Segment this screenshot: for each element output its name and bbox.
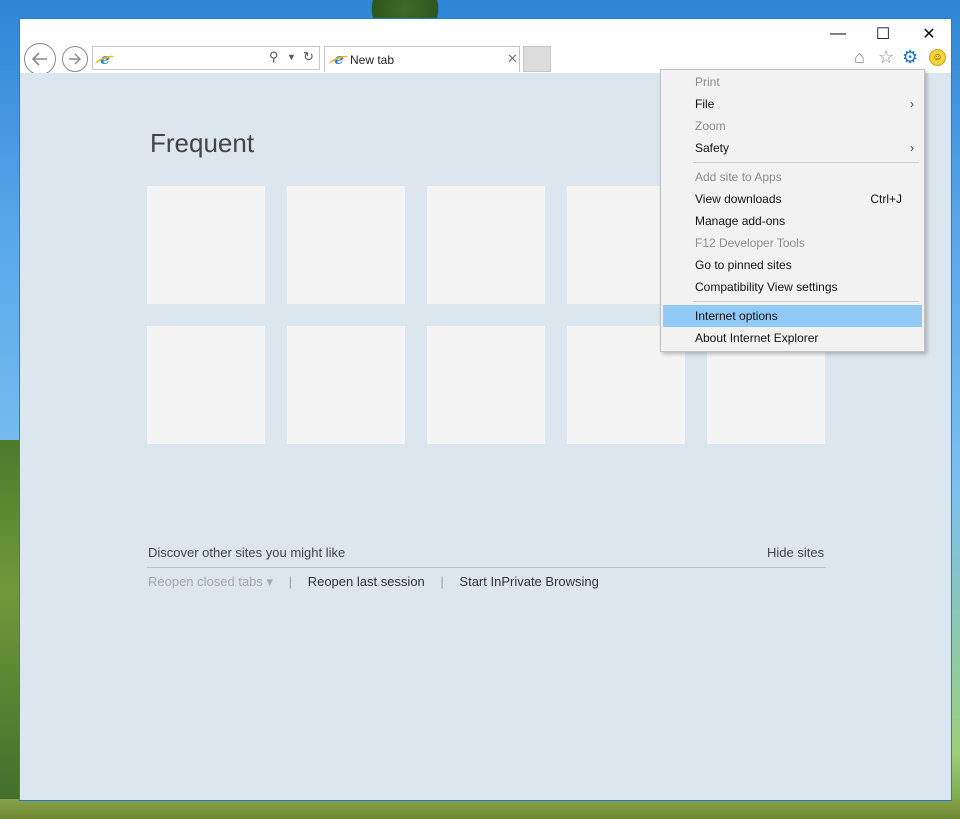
menu-item-internet-options[interactable]: Internet options — [663, 305, 922, 327]
hide-sites-link[interactable]: Hide sites — [767, 545, 824, 560]
close-button[interactable]: ✕ — [906, 19, 952, 49]
smiley-feedback-icon[interactable]: ☺ — [929, 49, 946, 66]
shortcut-label: Ctrl+J — [870, 192, 902, 206]
site-tile[interactable] — [147, 326, 265, 444]
forward-arrow-icon — [69, 53, 81, 65]
site-tile[interactable] — [287, 326, 405, 444]
new-tab-button[interactable] — [523, 46, 551, 72]
site-tile[interactable] — [147, 186, 265, 304]
reopen-closed-tabs-link[interactable]: Reopen closed tabs ▾ — [148, 574, 273, 589]
favorites-star-icon[interactable]: ☆ — [878, 47, 894, 67]
menu-item-go-to-pinned-sites[interactable]: Go to pinned sites — [663, 254, 922, 276]
discover-sites-link[interactable]: Discover other sites you might like — [148, 545, 345, 560]
minimize-button[interactable]: — — [815, 19, 861, 49]
menu-item-file[interactable]: File › — [663, 93, 922, 115]
refresh-icon[interactable]: ↻ — [303, 49, 314, 65]
site-tile[interactable] — [427, 186, 545, 304]
menu-item-print: Print — [695, 75, 720, 89]
tools-menu: Print File › Zoom Safety › Add site to App… — [660, 69, 925, 352]
reopen-last-session-link[interactable]: Reopen last session — [308, 574, 425, 589]
start-inprivate-link[interactable]: Start InPrivate Browsing — [459, 574, 598, 589]
forward-button[interactable] — [62, 46, 88, 72]
link-separator: | — [288, 574, 293, 589]
menu-item-about-internet-explorer[interactable]: About Internet Explorer — [663, 327, 922, 349]
tab-new-tab[interactable]: e New tab ✕ — [324, 46, 520, 72]
page-title: Frequent — [150, 128, 255, 158]
menu-item-manage-addons[interactable]: Manage add-ons — [663, 210, 922, 232]
ie-logo-icon: e — [331, 51, 347, 67]
menu-item-f12-developer-tools: F12 Developer Tools — [695, 236, 805, 250]
menu-separator — [693, 162, 919, 163]
link-separator: | — [440, 574, 444, 589]
chevron-down-icon[interactable]: ▼ — [287, 52, 296, 62]
tab-label: New tab — [350, 53, 395, 67]
ie-logo-icon: e — [97, 51, 113, 67]
home-icon[interactable]: ⌂ — [854, 47, 865, 67]
maximize-button[interactable]: ☐ — [860, 19, 906, 49]
back-arrow-icon — [31, 52, 47, 66]
site-tile[interactable] — [287, 186, 405, 304]
menu-separator — [693, 301, 919, 302]
search-icon[interactable]: ⚲ — [269, 49, 279, 65]
address-bar[interactable]: e ⚲ ▼ ↻ — [92, 46, 320, 70]
back-button[interactable] — [24, 43, 56, 75]
chevron-right-icon: › — [910, 97, 914, 111]
menu-item-safety[interactable]: Safety › — [663, 137, 922, 159]
wallpaper-grass — [0, 799, 960, 819]
address-input[interactable] — [117, 49, 261, 69]
close-tab-icon[interactable]: ✕ — [507, 51, 518, 67]
gear-icon[interactable]: ⚙ — [902, 47, 918, 67]
title-bar: — ☐ ✕ e ⚲ ▼ ↻ e New tab ✕ ⌂ ☆ ⚙ ☺ — [20, 19, 952, 75]
site-tile[interactable] — [427, 326, 545, 444]
menu-item-zoom: Zoom — [695, 119, 726, 133]
divider — [147, 567, 826, 568]
menu-item-view-downloads[interactable]: View downloads Ctrl+J — [663, 188, 922, 210]
bottom-links: Reopen closed tabs ▾ | Reopen last sessi… — [148, 574, 599, 590]
menu-item-compatibility-view-settings[interactable]: Compatibility View settings — [663, 276, 922, 298]
menu-item-add-site-to-apps: Add site to Apps — [695, 170, 782, 184]
chevron-right-icon: › — [910, 141, 914, 155]
